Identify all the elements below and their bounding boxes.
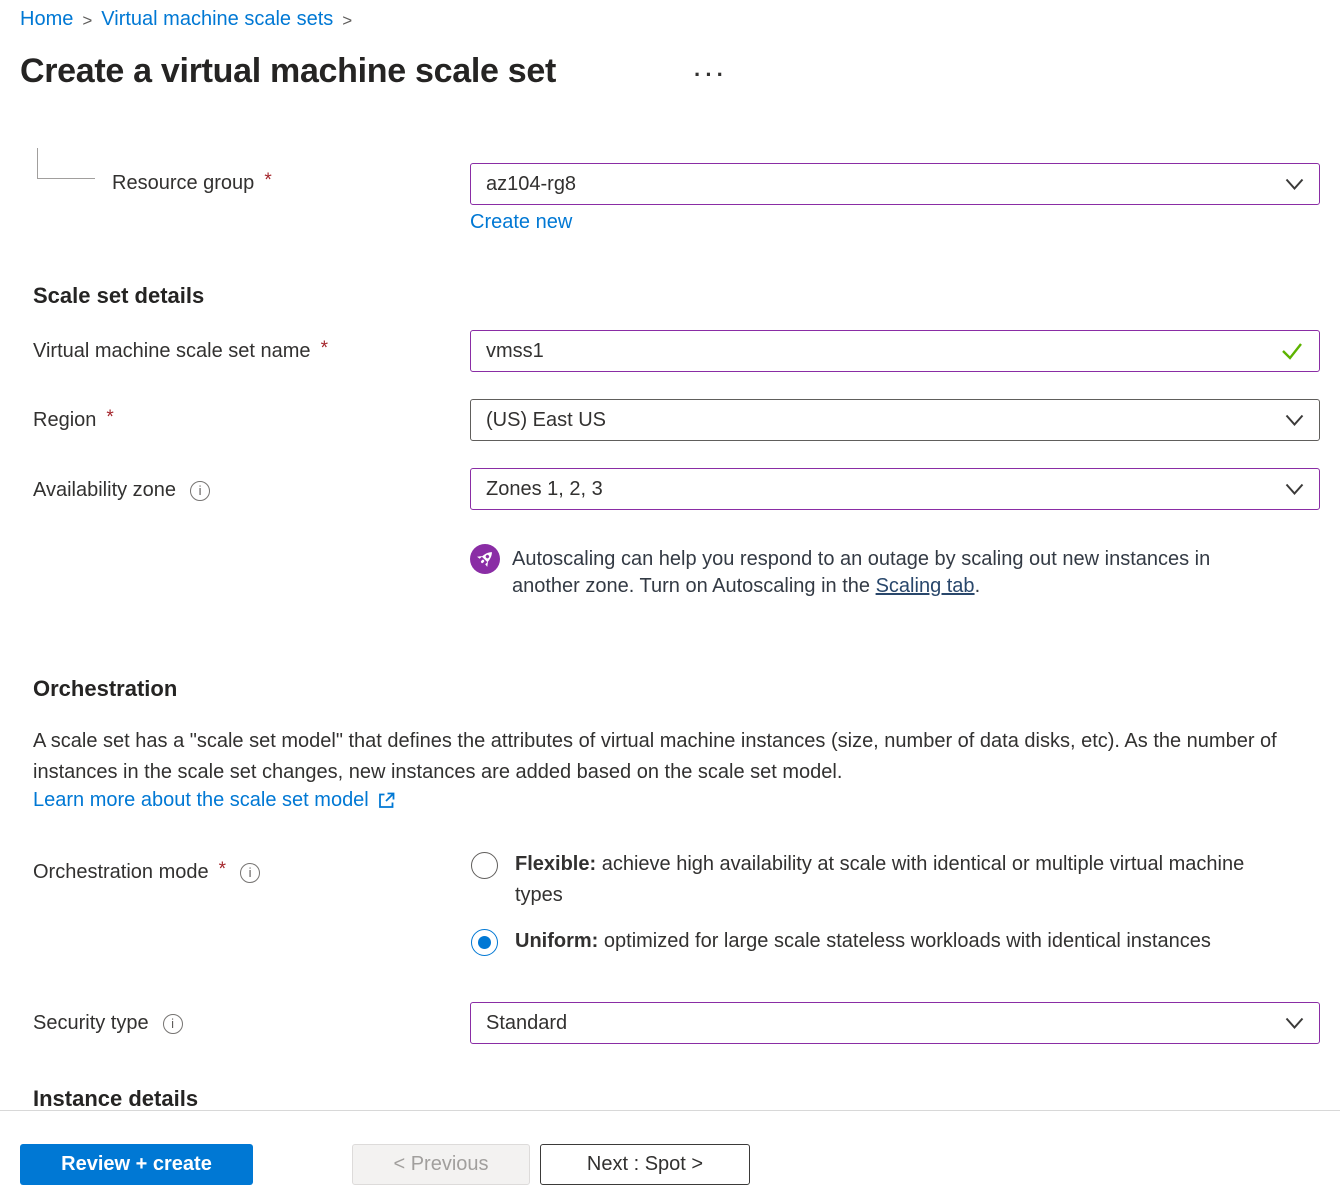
scale-set-details-heading: Scale set details (33, 283, 204, 309)
resource-group-value: az104-rg8 (486, 173, 1285, 196)
required-asterisk: * (106, 407, 113, 429)
security-type-label: Security type i (33, 1012, 183, 1035)
required-asterisk: * (321, 338, 328, 360)
learn-more-link[interactable]: Learn more about the scale set model (33, 789, 369, 812)
radio-unselected-icon (471, 852, 498, 879)
region-select[interactable]: (US) East US (470, 399, 1320, 441)
orchestration-description: A scale set has a "scale set model" that… (33, 726, 1325, 788)
next-spot-button[interactable]: Next : Spot > (540, 1144, 750, 1185)
chevron-down-icon (1285, 414, 1304, 427)
breadcrumb-home-link[interactable]: Home (20, 8, 73, 31)
autoscaling-note: Autoscaling can help you respond to an o… (512, 546, 1254, 600)
security-type-select[interactable]: Standard (470, 1002, 1320, 1044)
breadcrumb: Home > Virtual machine scale sets > (20, 8, 352, 31)
rocket-icon (470, 544, 500, 574)
create-new-link[interactable]: Create new (470, 211, 572, 234)
previous-button[interactable]: < Previous (352, 1144, 530, 1185)
security-type-value: Standard (486, 1012, 1285, 1035)
info-icon[interactable]: i (163, 1014, 183, 1034)
radio-option-flexible[interactable]: Flexible: achieve high availability at s… (471, 852, 1281, 914)
radio-uniform-label: Uniform: optimized for large scale state… (515, 926, 1321, 957)
vm-name-label: Virtual machine scale set name* (33, 340, 328, 363)
more-options-icon[interactable]: ··· (694, 62, 728, 88)
availability-zone-label: Availability zone i (33, 479, 210, 502)
review-create-button[interactable]: Review + create (20, 1144, 253, 1185)
vm-name-value: vmss1 (486, 340, 1280, 363)
chevron-down-icon (1285, 483, 1304, 496)
availability-zone-value: Zones 1, 2, 3 (486, 478, 1285, 501)
chevron-down-icon (1285, 178, 1304, 191)
orchestration-mode-label: Orchestration mode* i (33, 861, 260, 884)
required-asterisk: * (264, 170, 271, 192)
vm-name-input[interactable]: vmss1 (470, 330, 1320, 372)
chevron-down-icon (1285, 1017, 1304, 1030)
radio-flexible-label: Flexible: achieve high availability at s… (515, 849, 1275, 911)
availability-zone-select[interactable]: Zones 1, 2, 3 (470, 468, 1320, 510)
required-asterisk: * (219, 859, 226, 881)
page-title: Create a virtual machine scale set (20, 52, 556, 91)
info-icon[interactable]: i (240, 863, 260, 883)
orchestration-heading: Orchestration (33, 676, 177, 702)
info-icon[interactable]: i (190, 481, 210, 501)
resource-group-select[interactable]: az104-rg8 (470, 163, 1320, 205)
footer-bar: Review + create < Previous Next : Spot > (0, 1110, 1340, 1202)
create-vmss-page: Home > Virtual machine scale sets > Crea… (0, 0, 1340, 1202)
radio-selected-icon (471, 929, 498, 956)
scaling-tab-link[interactable]: Scaling tab (876, 575, 975, 597)
external-link-icon (376, 790, 397, 811)
breadcrumb-separator: > (82, 11, 92, 31)
region-value: (US) East US (486, 409, 1285, 432)
breadcrumb-separator: > (342, 11, 352, 31)
tree-connector (37, 148, 95, 179)
region-label: Region* (33, 409, 114, 432)
instance-details-heading: Instance details (33, 1086, 198, 1112)
resource-group-label: Resource group* (112, 172, 272, 195)
validation-check-icon (1280, 341, 1304, 361)
breadcrumb-vmss-link[interactable]: Virtual machine scale sets (101, 8, 333, 31)
radio-option-uniform[interactable]: Uniform: optimized for large scale state… (471, 929, 1321, 960)
